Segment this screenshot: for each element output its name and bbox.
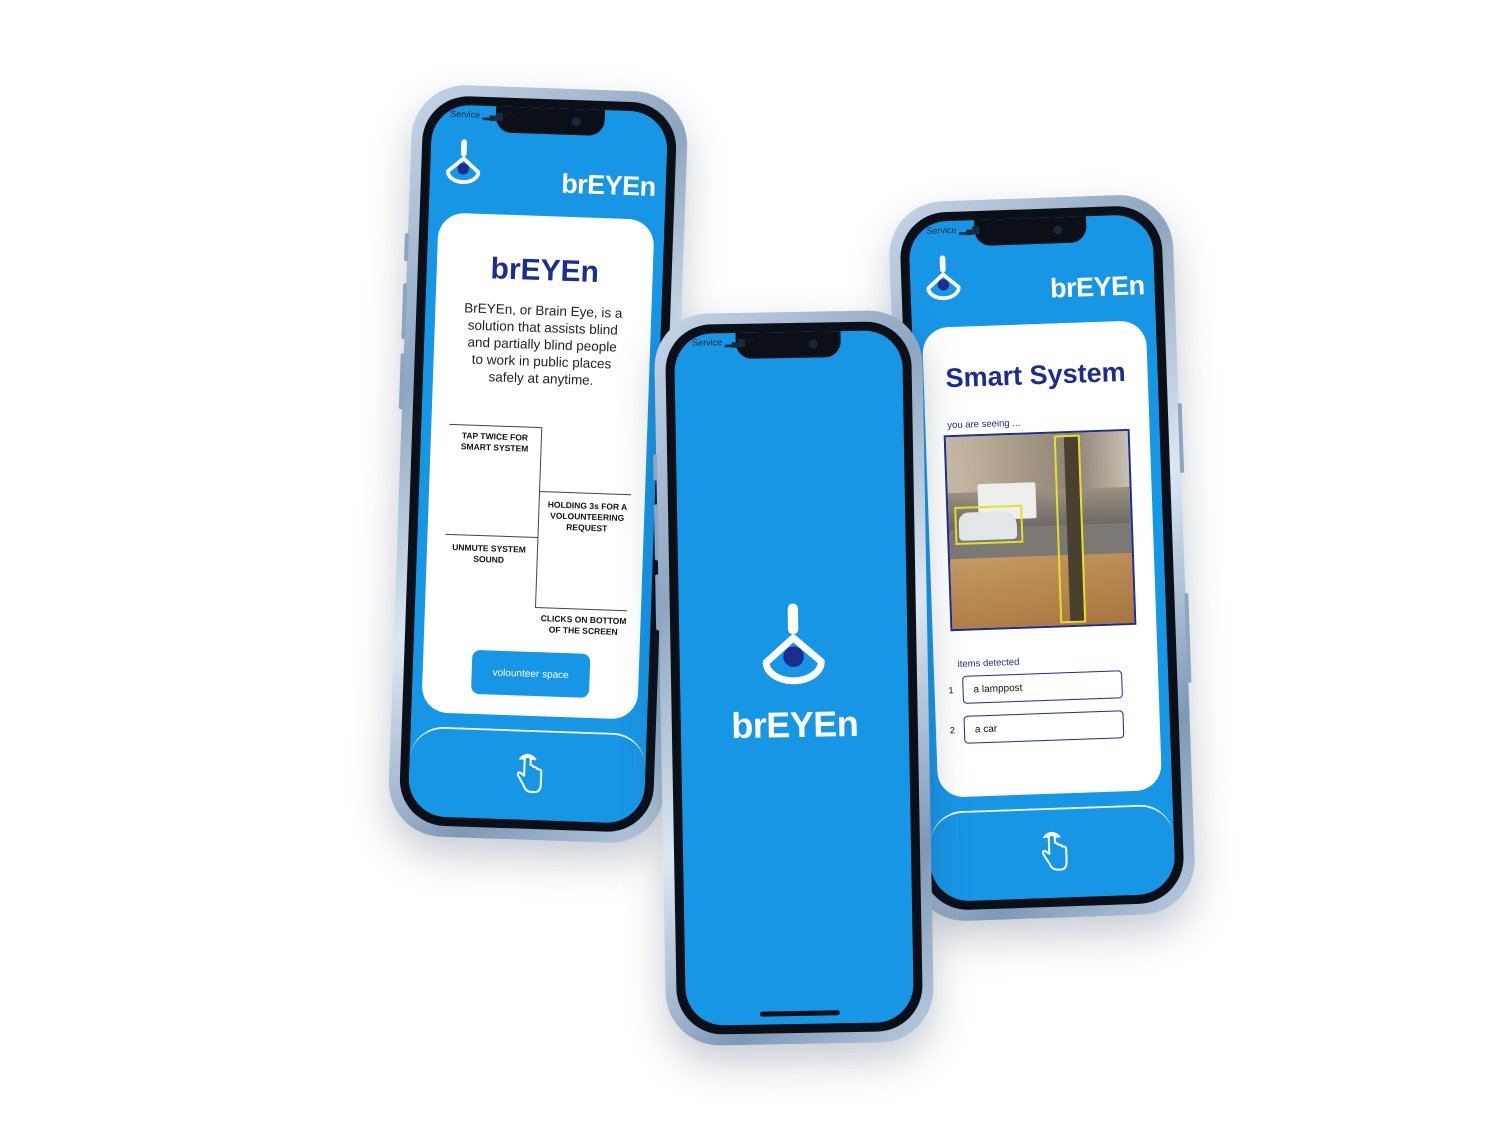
power-button (1177, 403, 1185, 474)
card-title: Smart System (945, 356, 1127, 394)
brand-title: brEYEn (560, 168, 657, 202)
item-number: 2 (949, 725, 956, 736)
about-screen: Service ▂▄▆ ◠ brEYEn brEYEn BrEYEn, or B… (407, 104, 669, 824)
phone-smart-system: Service ▂▄▆ ◠ brEYEn Smart System you ar… (887, 193, 1197, 923)
card-title: brEYEn (490, 252, 600, 289)
gesture-unmute: UNMUTE SYSTEM SOUND (452, 542, 527, 565)
notch (974, 216, 1088, 247)
list-item: 2 a car (949, 709, 1160, 744)
status-bar: Service ▂▄▆ ◠ (692, 336, 756, 348)
volume-up-button (401, 283, 408, 340)
volume-down-button (398, 353, 405, 410)
mute-switch (653, 454, 658, 481)
home-indicator[interactable] (759, 1010, 840, 1017)
smart-card: Smart System you are seeing ... items de… (921, 320, 1163, 798)
tap-area[interactable] (928, 803, 1176, 903)
gesture-hold: HOLDING 3s FOR A VOLOUNTEERING REQUEST (547, 499, 628, 534)
eye-drop-icon (762, 603, 825, 685)
splash-app-name: brEYEn (730, 702, 859, 747)
eye-drop-icon (926, 255, 961, 301)
gesture-clicks-bottom: CLICKS ON BOTTOM OF THE SCREEN (540, 613, 627, 637)
tap-area[interactable] (407, 725, 647, 824)
camera-view (943, 428, 1137, 632)
splash-screen: Service ▂▄▆ ◠ brEYEn (673, 330, 915, 1026)
mute-switch (403, 233, 409, 262)
phone-about: Service ▂▄▆ ◠ brEYEn brEYEn BrEYEn, or B… (386, 83, 690, 845)
brand-title: brEYEn (1049, 270, 1146, 304)
app-description: BrEYEn, or Brain Eye, is a solution that… (463, 300, 623, 388)
volunteer-space-button[interactable]: volounteer space (470, 649, 591, 698)
gesture-tap-twice: TAP TWICE FOR SMART SYSTEM (460, 430, 529, 454)
phone-splash: Service ▂▄▆ ◠ brEYEn (653, 309, 935, 1047)
detected-item-field[interactable]: a car (963, 710, 1125, 744)
item-number: 1 (948, 685, 954, 696)
volume-up-button (653, 504, 659, 561)
items-detected-label: items detected (957, 656, 1020, 671)
detected-item-field[interactable]: a lamppost (962, 670, 1123, 704)
list-item: 1 a lamppost (948, 669, 1159, 704)
car-bounding-box (954, 504, 1024, 546)
side-button (1184, 592, 1192, 683)
eye-drop-icon (446, 139, 481, 185)
about-card: brEYEn BrEYEn, or Brain Eye, is a soluti… (421, 212, 655, 720)
volume-down-button (655, 574, 661, 631)
status-bar: Service ▂▄▆ ◠ (926, 223, 990, 236)
tap-hand-icon (1042, 831, 1068, 871)
tap-hand-icon (516, 753, 543, 794)
gesture-guide: TAP TWICE FOR SMART SYSTEM HOLDING 3s FO… (436, 423, 635, 637)
status-bar: Service ▂▄▆ ◠ (449, 108, 514, 121)
smart-screen: Service ▂▄▆ ◠ brEYEn Smart System you ar… (908, 213, 1176, 903)
